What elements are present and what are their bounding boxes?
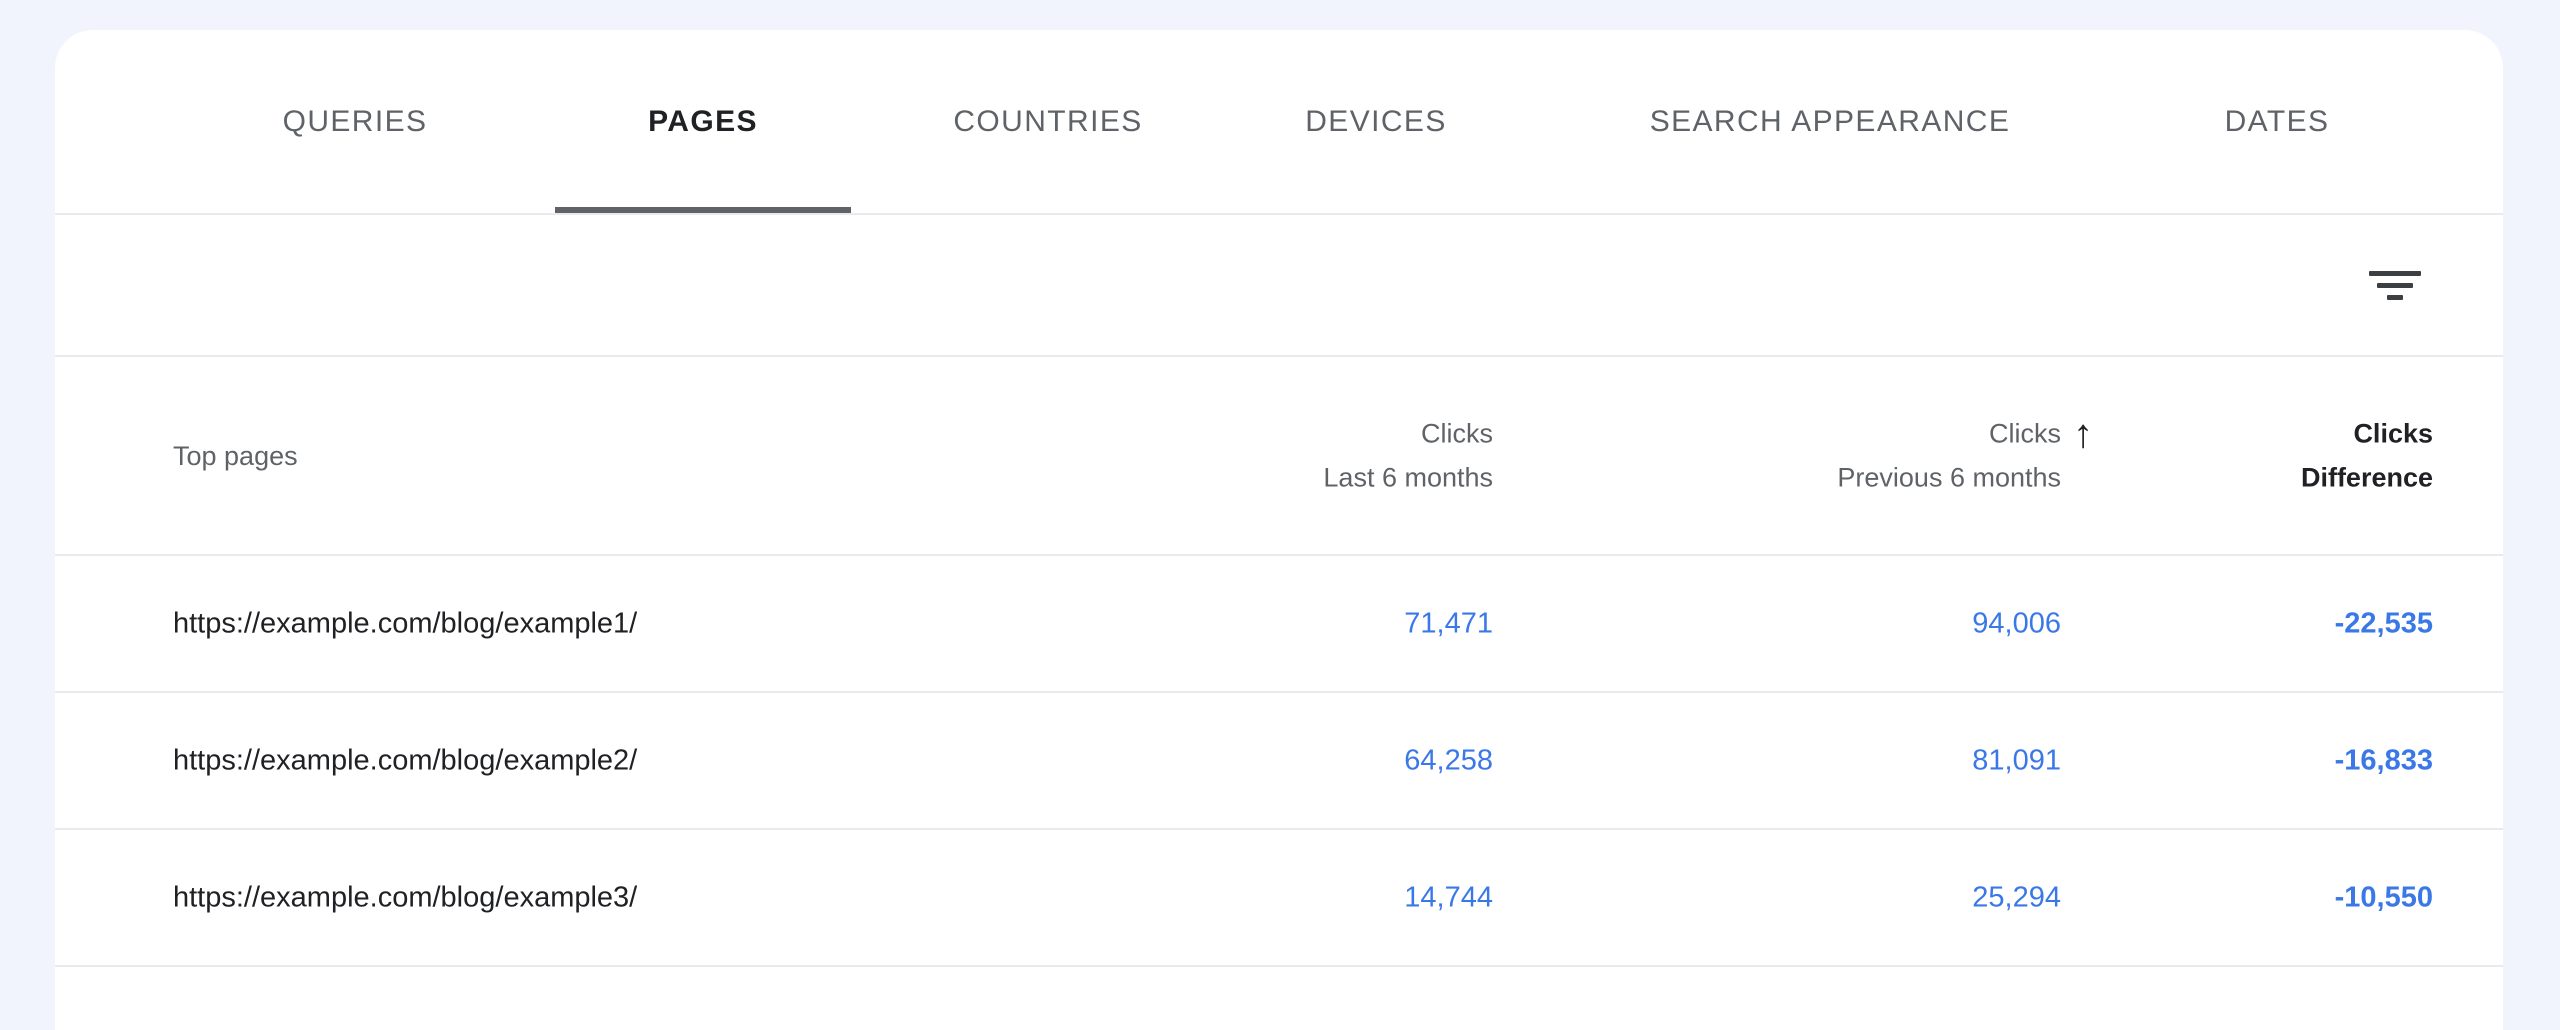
tab-countries-label: COUNTRIES xyxy=(953,105,1142,139)
cell-clicks-difference: -10,550 xyxy=(2113,883,2433,912)
tab-search-appearance[interactable]: SEARCH APPEARANCE xyxy=(1595,30,2065,213)
table-toolbar xyxy=(55,215,2503,355)
tab-countries[interactable]: COUNTRIES xyxy=(907,30,1189,213)
tab-pages-label: PAGES xyxy=(648,105,758,139)
cell-clicks-difference: -22,535 xyxy=(2113,609,2433,638)
column-header-top-pages[interactable]: Top pages xyxy=(173,437,298,473)
cell-page-url[interactable]: https://example.com/blog/example3/ xyxy=(173,883,637,912)
column-header-top-pages-label: Top pages xyxy=(173,440,298,470)
column-header-clicks-last-line2: Last 6 months xyxy=(1073,460,1493,496)
cell-clicks-last: 14,744 xyxy=(1073,883,1493,912)
column-header-clicks-diff-line1: Clicks xyxy=(2133,415,2433,451)
tab-pages[interactable]: PAGES xyxy=(555,30,851,213)
filter-bar-bottom xyxy=(2387,295,2403,300)
tab-dates[interactable]: DATES xyxy=(2187,30,2367,213)
report-tabbar: QUERIES PAGES COUNTRIES DEVICES SEARCH A… xyxy=(55,30,2503,213)
column-header-clicks-difference[interactable]: Clicks Difference xyxy=(2133,415,2433,496)
table-row[interactable]: https://example.com/blog/example3/ 14,74… xyxy=(55,830,2503,965)
performance-report-card: QUERIES PAGES COUNTRIES DEVICES SEARCH A… xyxy=(55,30,2503,1030)
column-header-clicks-previous-6-months[interactable]: Clicks Previous 6 months xyxy=(1621,415,2061,496)
tab-queries-label: QUERIES xyxy=(283,105,428,139)
cell-clicks-last: 71,471 xyxy=(1073,609,1493,638)
cell-page-url[interactable]: https://example.com/blog/example1/ xyxy=(173,609,637,638)
table-header-row: Top pages Clicks Last 6 months Clicks Pr… xyxy=(55,357,2503,554)
column-header-clicks-prev-line1: Clicks xyxy=(1621,415,2061,451)
tab-search-appearance-label: SEARCH APPEARANCE xyxy=(1650,105,2011,139)
tab-dates-label: DATES xyxy=(2225,105,2330,139)
top-pages-table: Top pages Clicks Last 6 months Clicks Pr… xyxy=(55,357,2503,967)
column-header-clicks-prev-line2: Previous 6 months xyxy=(1621,460,2061,496)
cell-clicks-previous: 94,006 xyxy=(1621,609,2061,638)
filter-list-icon[interactable] xyxy=(2359,249,2431,321)
tab-queries[interactable]: QUERIES xyxy=(235,30,475,213)
filter-bar-middle xyxy=(2377,283,2413,288)
row-divider xyxy=(55,965,2503,967)
cell-clicks-last: 64,258 xyxy=(1073,746,1493,775)
tab-devices[interactable]: DEVICES xyxy=(1271,30,1481,213)
column-header-clicks-diff-line2: Difference xyxy=(2133,460,2433,496)
table-row[interactable]: https://example.com/blog/example1/ 71,47… xyxy=(55,556,2503,691)
active-tab-indicator xyxy=(555,207,851,213)
cell-clicks-previous: 25,294 xyxy=(1621,883,2061,912)
table-row[interactable]: https://example.com/blog/example2/ 64,25… xyxy=(55,693,2503,828)
tab-devices-label: DEVICES xyxy=(1305,105,1447,139)
cell-clicks-previous: 81,091 xyxy=(1621,746,2061,775)
column-header-clicks-last-line1: Clicks xyxy=(1073,415,1493,451)
column-header-clicks-last-6-months[interactable]: Clicks Last 6 months xyxy=(1073,415,1493,496)
cell-page-url[interactable]: https://example.com/blog/example2/ xyxy=(173,746,637,775)
filter-bar-top xyxy=(2369,271,2421,276)
sort-ascending-arrow-icon[interactable]: ↑ xyxy=(2073,414,2093,454)
cell-clicks-difference: -16,833 xyxy=(2113,746,2433,775)
